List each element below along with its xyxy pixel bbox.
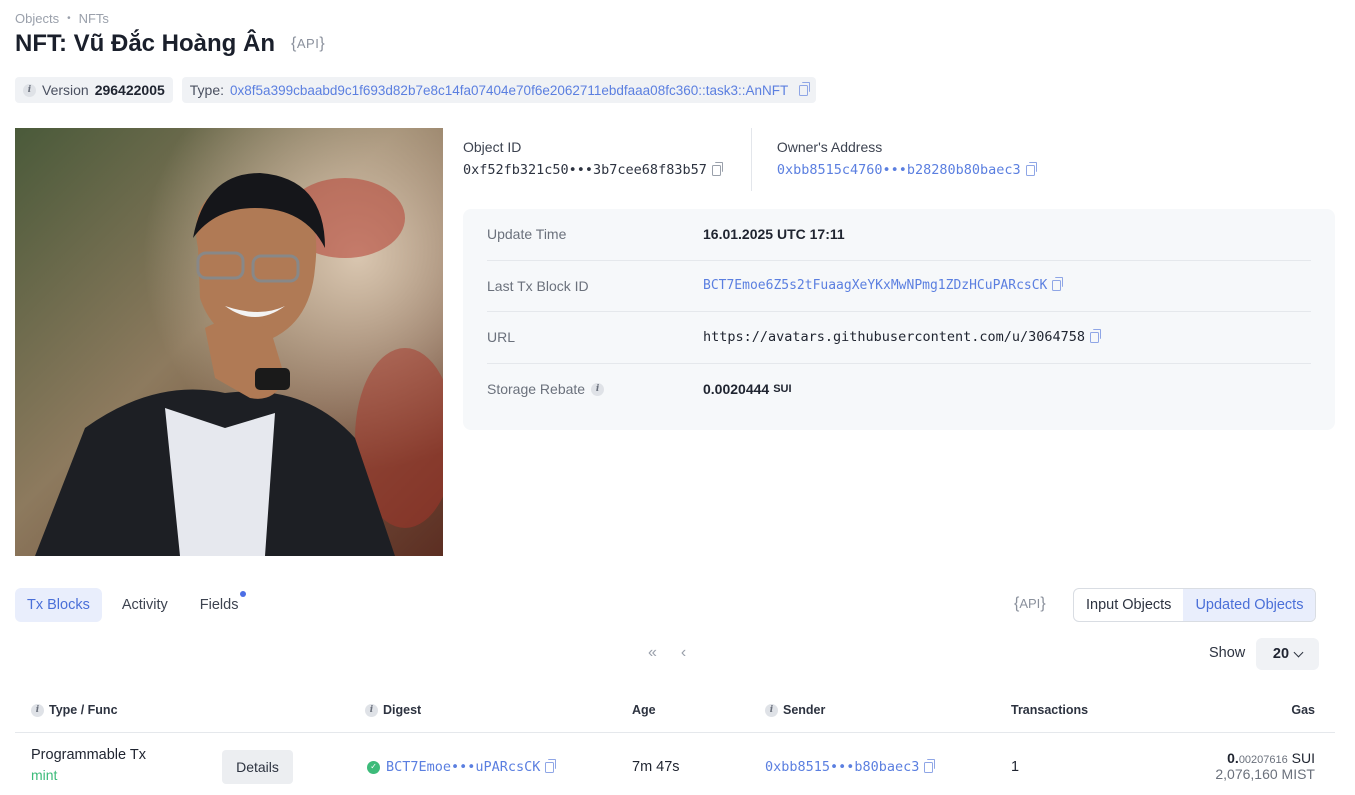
- copy-icon[interactable]: [924, 758, 936, 773]
- notification-dot: [240, 591, 247, 597]
- breadcrumb-separator: •: [67, 13, 71, 24]
- object-details-panel: Update Time 16.01.2025 UTC 17:11 Last Tx…: [463, 209, 1335, 430]
- owner-label: Owner's Address: [776, 139, 883, 155]
- digest-link[interactable]: BCT7Emoe•••uPARcsCK: [386, 759, 540, 775]
- update-time-row: Update Time 16.01.2025 UTC 17:11: [487, 209, 1311, 261]
- header-digest-label: Digest: [383, 703, 422, 717]
- header-sender-label: Sender: [783, 703, 826, 717]
- owner-block: Owner's Address 0xbb8515c4760•••b28280b8…: [750, 128, 1065, 191]
- chevron-down-icon: [1293, 647, 1304, 657]
- version-chip: i Version 296422005: [15, 77, 173, 103]
- input-objects-button[interactable]: Input Objects: [1074, 589, 1183, 621]
- storage-rebate-value: 0.0020444: [703, 381, 770, 398]
- first-page-button[interactable]: «: [648, 644, 657, 662]
- last-tx-label: Last Tx Block ID: [487, 277, 589, 294]
- gas-mist: 2,076,160 MIST: [1215, 766, 1315, 782]
- breadcrumb: Objects • NFTs: [15, 11, 109, 26]
- pagination: « ‹: [648, 644, 686, 662]
- page-size-select[interactable]: 20: [1256, 638, 1319, 670]
- info-icon[interactable]: i: [591, 382, 605, 396]
- copy-icon[interactable]: [799, 81, 811, 96]
- tx-type: Programmable Tx: [31, 747, 146, 763]
- tab-activity[interactable]: Activity: [110, 588, 180, 622]
- header-age: Age: [632, 703, 656, 717]
- api-link-label: API: [296, 36, 320, 51]
- gas-cell: 0.00207616 SUI 2,076,160 MIST: [1215, 750, 1315, 782]
- page-size-label: Show: [1209, 645, 1246, 661]
- storage-rebate-unit: SUI: [773, 383, 792, 396]
- type-label: Type:: [189, 82, 225, 98]
- storage-rebate-label: Storage Rebate: [487, 381, 586, 398]
- api-link[interactable]: {API}: [291, 35, 325, 53]
- transactions-value: 1: [1011, 759, 1020, 775]
- type-link[interactable]: 0x8f5a399cbaabd9c1f693d82b7e8c14fa07404e…: [230, 83, 788, 98]
- type-chip: Type: 0x8f5a399cbaabd9c1f693d82b7e8c14fa…: [181, 77, 817, 103]
- copy-icon[interactable]: [711, 161, 723, 176]
- update-time-label: Update Time: [487, 226, 567, 243]
- version-label: Version: [42, 82, 89, 98]
- info-icon[interactable]: i: [31, 703, 44, 717]
- copy-icon[interactable]: [1025, 161, 1037, 176]
- header-type: i Type / Func: [31, 703, 118, 717]
- update-time-value: 16.01.2025 UTC 17:11: [703, 226, 845, 243]
- gas-unit: SUI: [1291, 750, 1315, 766]
- last-tx-link[interactable]: BCT7Emoe6Z5s2tFuaagXeYKxMwNPmg1ZDzHCuPAR…: [703, 278, 1047, 293]
- prev-page-button[interactable]: ‹: [681, 644, 686, 662]
- header-type-label: Type / Func: [49, 703, 118, 717]
- copy-icon[interactable]: [1090, 328, 1102, 343]
- url-row: URL https://avatars.githubusercontent.co…: [487, 312, 1311, 364]
- tab-fields[interactable]: Fields: [188, 588, 251, 622]
- header-sender: i Sender: [765, 703, 825, 717]
- object-id-label: Object ID: [463, 139, 522, 155]
- object-id-value: 0xf52fb321c50•••3b7cee68f83b57: [463, 162, 707, 178]
- sender-link[interactable]: 0xbb8515•••b80baec3: [765, 759, 919, 775]
- last-tx-row: Last Tx Block ID BCT7Emoe6Z5s2tFuaagXeYK…: [487, 261, 1311, 312]
- header-gas: Gas: [1291, 703, 1315, 717]
- details-button[interactable]: Details: [222, 750, 293, 784]
- page-title: NFT: Vũ Đắc Hoàng Ân: [15, 30, 276, 57]
- header-digest: i Digest: [365, 703, 421, 717]
- tab-bar: Tx Blocks Activity Fields: [15, 588, 250, 622]
- header-transactions: Transactions: [1011, 703, 1089, 717]
- storage-rebate-row: Storage Rebate i 0.0020444 SUI: [487, 364, 1311, 416]
- url-value: https://avatars.githubusercontent.com/u/…: [703, 329, 1086, 346]
- api-link[interactable]: {API}: [1014, 595, 1046, 613]
- owner-address-link[interactable]: 0xbb8515c4760•••b28280b80baec3: [777, 162, 1021, 178]
- url-label: URL: [487, 329, 516, 346]
- object-filter-toggle: Input Objects Updated Objects: [1073, 588, 1317, 622]
- page-size-value: 20: [1272, 646, 1290, 662]
- info-icon[interactable]: i: [765, 703, 778, 717]
- api-link-label: API: [1019, 596, 1041, 611]
- info-icon[interactable]: i: [365, 703, 378, 717]
- object-id-block: Object ID 0xf52fb321c50•••3b7cee68f83b57: [463, 128, 751, 191]
- copy-icon[interactable]: [1052, 277, 1064, 292]
- version-value: 296422005: [94, 82, 165, 98]
- tab-tx-blocks[interactable]: Tx Blocks: [15, 588, 102, 622]
- tab-fields-label: Fields: [199, 597, 239, 613]
- copy-icon[interactable]: [545, 758, 557, 773]
- success-check-icon: ✓: [367, 760, 380, 774]
- table-row: Programmable Tx mint Details ✓ BCT7Emoe•…: [15, 734, 1335, 795]
- age-value: 7m 47s: [632, 759, 680, 775]
- gas-int: 0.: [1227, 750, 1239, 766]
- info-icon: i: [23, 83, 36, 97]
- sender-cell: 0xbb8515•••b80baec3: [765, 758, 936, 775]
- nft-image: [15, 128, 443, 556]
- updated-objects-button[interactable]: Updated Objects: [1183, 589, 1316, 621]
- type-cell: Programmable Tx mint: [31, 747, 146, 783]
- gas-decimals: 00207616: [1238, 754, 1288, 766]
- breadcrumb-objects[interactable]: Objects: [15, 11, 59, 26]
- tx-func: mint: [31, 767, 58, 783]
- breadcrumb-nfts[interactable]: NFTs: [79, 11, 109, 26]
- digest-cell: ✓ BCT7Emoe•••uPARcsCK: [367, 758, 557, 775]
- table-header: i Type / Func i Digest Age i Sender Tran…: [15, 700, 1335, 733]
